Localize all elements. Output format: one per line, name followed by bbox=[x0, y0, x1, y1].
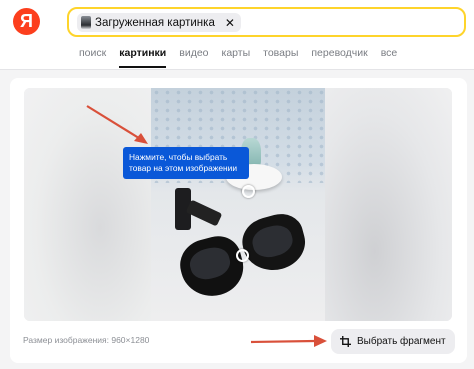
sunglasses-right-lens bbox=[237, 208, 311, 278]
close-icon[interactable]: ✕ bbox=[225, 16, 235, 30]
tab-search[interactable]: поиск bbox=[79, 46, 106, 68]
tab-translator[interactable]: переводчик bbox=[311, 46, 367, 68]
uploaded-image-thumbnail bbox=[81, 16, 91, 29]
annotation-arrow-top bbox=[86, 105, 148, 144]
header-divider bbox=[0, 69, 474, 70]
image-viewer-card bbox=[10, 78, 467, 363]
uploaded-image-chip[interactable]: Загруженная картинка ✕ bbox=[77, 13, 241, 32]
tab-images[interactable]: картинки bbox=[119, 46, 167, 68]
select-fragment-label: Выбрать фрагмент bbox=[357, 336, 446, 347]
tab-products[interactable]: товары bbox=[263, 46, 298, 68]
yandex-logo[interactable]: Я bbox=[13, 8, 40, 35]
tab-maps[interactable]: карты bbox=[222, 46, 251, 68]
hotspot-tooltip: Нажмите, чтобы выбрать товар на этом изо… bbox=[123, 147, 249, 179]
chip-label: Загруженная картинка bbox=[95, 16, 215, 29]
product-hotspot-plate[interactable] bbox=[242, 185, 255, 198]
image-size-label: Размер изображения: 960×1280 bbox=[23, 335, 150, 345]
select-fragment-button[interactable]: Выбрать фрагмент bbox=[331, 329, 455, 354]
uploaded-photo[interactable] bbox=[151, 88, 325, 321]
tab-video[interactable]: видео bbox=[179, 46, 208, 68]
search-tabs: поиск картинки видео карты товары перево… bbox=[79, 46, 410, 68]
sunglasses-left-lens bbox=[174, 230, 250, 304]
top-bar: Я Загруженная картинка ✕ поиск картинки … bbox=[0, 0, 474, 70]
tab-all[interactable]: все bbox=[381, 46, 398, 68]
annotation-arrow-bottom bbox=[250, 335, 327, 347]
search-box[interactable]: Загруженная картинка ✕ bbox=[67, 7, 466, 37]
lipstick-cap bbox=[185, 199, 223, 227]
product-hotspot-sunglasses[interactable] bbox=[236, 249, 249, 262]
crop-icon bbox=[340, 336, 351, 347]
blurred-background-right bbox=[323, 88, 452, 321]
